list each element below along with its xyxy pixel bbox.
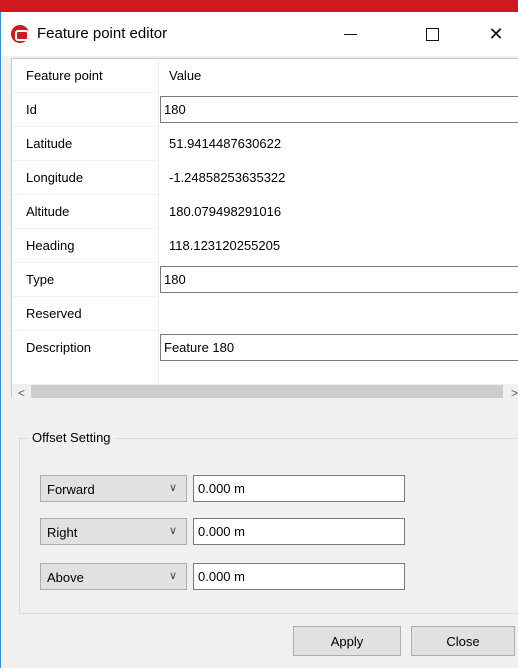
chevron-down-icon: ∨ xyxy=(169,525,178,537)
description-value: Feature 180 xyxy=(164,340,235,355)
grid-row-longitude[interactable]: Longitude -1.24858253635322 xyxy=(12,161,518,195)
grid-row-reserved[interactable]: Reserved xyxy=(12,297,518,331)
close-window-button[interactable]: ✕ xyxy=(473,12,518,56)
row-label: Altitude xyxy=(26,204,70,219)
direction-value: Forward xyxy=(47,482,95,497)
scroll-right-icon[interactable]: > xyxy=(506,384,518,399)
chevron-down-icon: ∨ xyxy=(169,482,178,494)
horizontal-scrollbar[interactable]: < > xyxy=(12,384,518,398)
grid-row-latitude[interactable]: Latitude 51.9414487630622 xyxy=(12,127,518,161)
header-value: Value xyxy=(169,68,202,83)
row-label: Description xyxy=(26,340,92,355)
grid-header-row: Feature point Value xyxy=(12,59,518,93)
apply-button[interactable]: Apply xyxy=(293,626,401,656)
feature-point-editor-window: Feature point editor ✕ Feature point Val… xyxy=(0,12,518,668)
row-label: Id xyxy=(26,102,37,117)
grid-row-heading[interactable]: Heading 118.123120255205 xyxy=(12,229,518,263)
header-feature-point: Feature point xyxy=(26,68,103,83)
row-label: Longitude xyxy=(26,170,84,185)
top-accent-strip xyxy=(0,0,518,12)
type-input[interactable]: 180 xyxy=(160,266,518,293)
row-label: Type xyxy=(26,272,55,287)
row-label: Reserved xyxy=(26,306,82,321)
maximize-button[interactable] xyxy=(409,12,455,56)
minimize-button[interactable] xyxy=(327,12,373,56)
offset-setting-group: Offset Setting Forward ∨ 0.000 m Right ∨… xyxy=(19,430,518,614)
grid-row-altitude[interactable]: Altitude 180.079498291016 xyxy=(12,195,518,229)
maximize-icon xyxy=(425,27,439,41)
forward-offset-input[interactable]: 0.000 m xyxy=(193,475,405,502)
altitude-value: 180.079498291016 xyxy=(169,204,282,219)
heading-value: 118.123120255205 xyxy=(169,238,281,253)
direction-select-forward[interactable]: Forward ∨ xyxy=(40,475,187,502)
id-input[interactable]: 180 xyxy=(160,96,518,123)
right-offset-input[interactable]: 0.000 m xyxy=(193,518,405,545)
latitude-value: 51.9414487630622 xyxy=(169,136,282,151)
direction-select-right[interactable]: Right ∨ xyxy=(40,518,187,545)
offset-value: 0.000 m xyxy=(198,524,245,539)
direction-value: Right xyxy=(47,525,78,540)
grid-row-type[interactable]: Type 180 xyxy=(12,263,518,297)
grid-row-description[interactable]: Description Feature 180 xyxy=(12,331,518,365)
grid-row-id[interactable]: Id 180 xyxy=(12,93,518,127)
title-bar: Feature point editor ✕ xyxy=(1,12,518,56)
direction-select-above[interactable]: Above ∨ xyxy=(40,563,187,590)
close-button[interactable]: Close xyxy=(411,626,515,656)
direction-value: Above xyxy=(47,570,84,585)
property-grid[interactable]: Feature point Value Id 180 Latitude 51.9… xyxy=(11,58,518,398)
row-label: Latitude xyxy=(26,136,73,151)
id-value: 180 xyxy=(164,102,186,117)
type-value: 180 xyxy=(164,272,186,287)
scroll-thumb[interactable] xyxy=(31,385,503,398)
close-icon: ✕ xyxy=(488,23,504,44)
offset-value: 0.000 m xyxy=(198,481,245,496)
window-title: Feature point editor xyxy=(37,25,168,42)
chevron-down-icon: ∨ xyxy=(169,570,178,582)
longitude-value: -1.24858253635322 xyxy=(169,170,286,185)
offset-setting-label: Offset Setting xyxy=(28,430,115,445)
app-icon xyxy=(11,25,29,43)
offset-value: 0.000 m xyxy=(198,569,245,584)
above-offset-input[interactable]: 0.000 m xyxy=(193,563,405,590)
scroll-left-icon[interactable]: < xyxy=(13,384,30,399)
minimize-icon xyxy=(343,33,357,35)
description-input[interactable]: Feature 180 xyxy=(160,334,518,361)
row-label: Heading xyxy=(26,238,75,253)
